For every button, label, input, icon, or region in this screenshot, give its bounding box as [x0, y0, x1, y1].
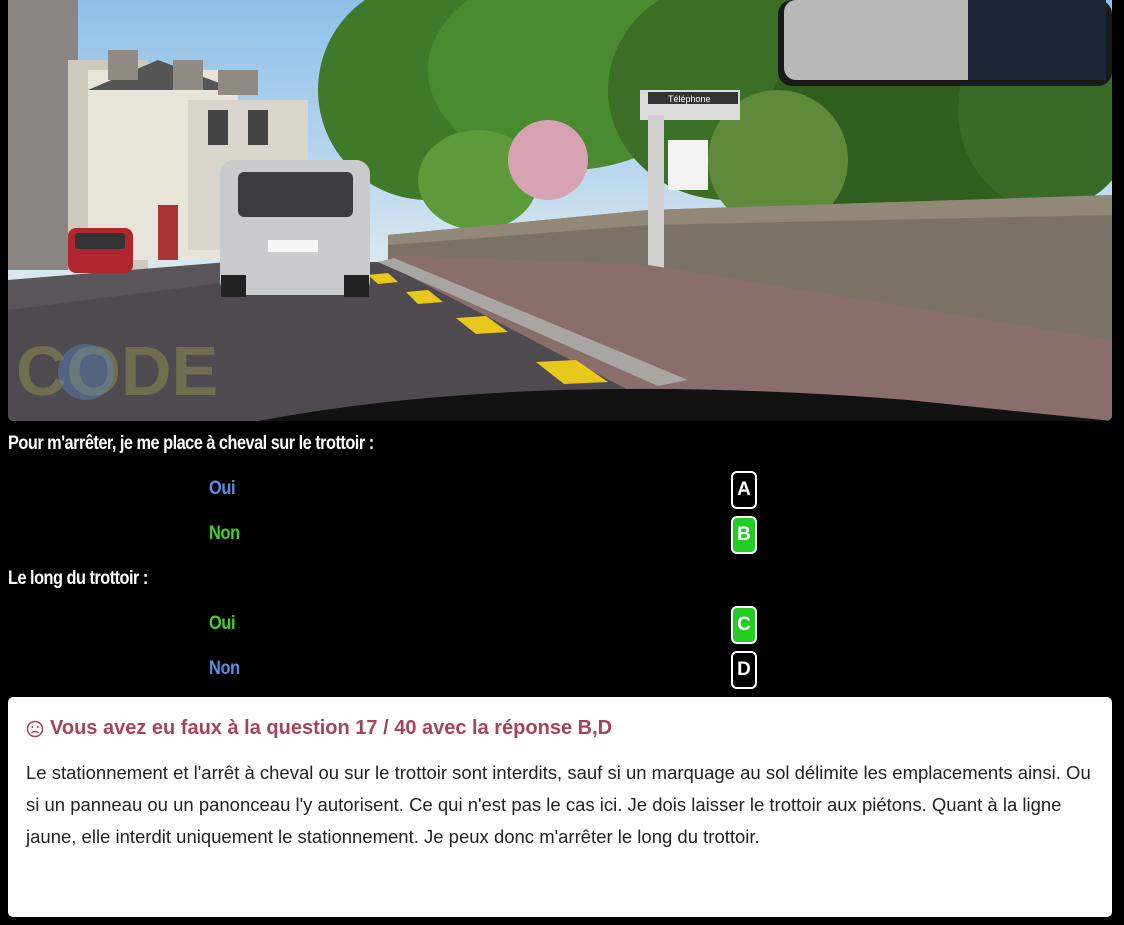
question-photo: Téléphone CODE: [8, 0, 1112, 421]
answer-a-button[interactable]: A: [731, 471, 757, 509]
feedback-panel: Vous avez eu faux à la question 17 / 40 …: [8, 697, 1112, 917]
watermark: CODE: [16, 332, 218, 410]
feedback-title: Vous avez eu faux à la question 17 / 40 …: [26, 717, 1094, 740]
sign-telephone: Téléphone: [668, 94, 711, 104]
answer-d-button[interactable]: D: [731, 651, 757, 689]
question-2-text: Le long du trottoir :: [8, 568, 148, 589]
answer-a-label[interactable]: Oui: [209, 478, 236, 500]
answer-b-button[interactable]: B: [731, 516, 757, 554]
answer-b-label[interactable]: Non: [209, 523, 240, 545]
question-1-text: Pour m'arrêter, je me place à cheval sur…: [8, 433, 374, 454]
answer-d-label[interactable]: Non: [209, 658, 240, 680]
sad-face-icon: [26, 720, 44, 737]
answer-c-label[interactable]: Oui: [209, 613, 236, 635]
answer-c-button[interactable]: C: [731, 606, 757, 644]
feedback-explanation: Le stationnement et l'arrêt à cheval ou …: [26, 762, 1091, 847]
feedback-title-text: Vous avez eu faux à la question 17 / 40 …: [50, 717, 613, 739]
